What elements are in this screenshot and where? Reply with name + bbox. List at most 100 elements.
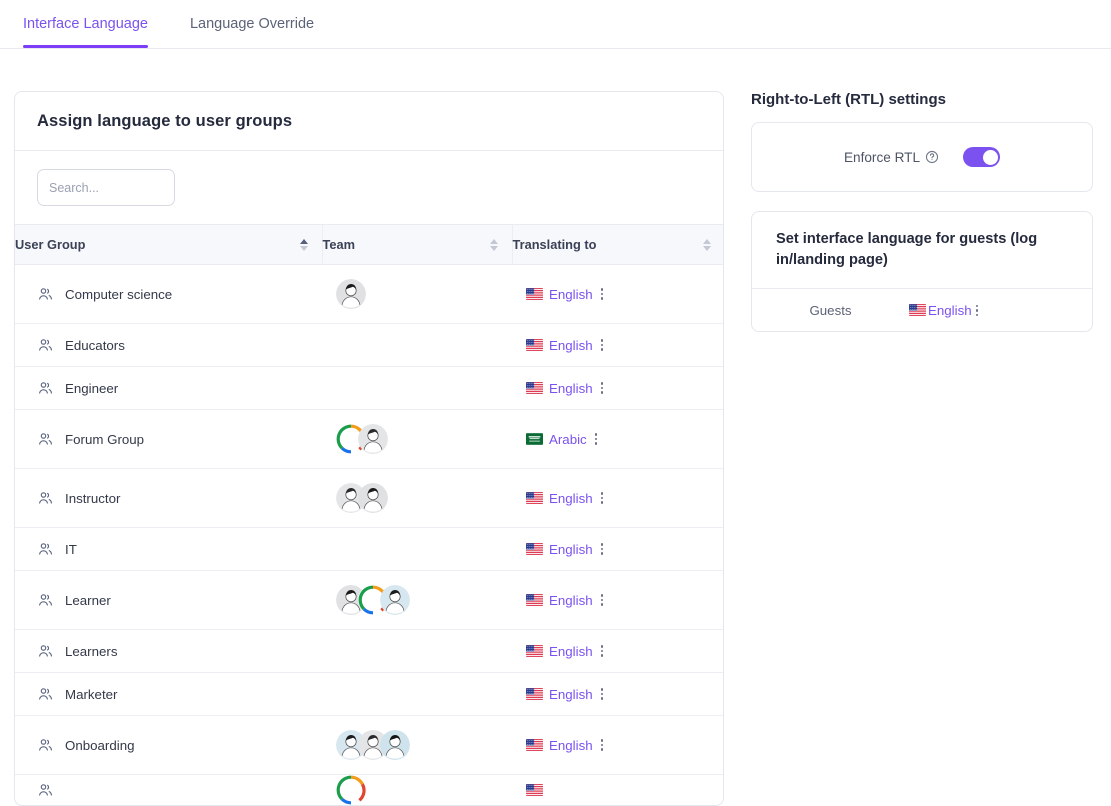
language-selector[interactable]: English (526, 542, 711, 557)
column-header-translating-to[interactable]: Translating to (512, 225, 724, 265)
tab-language-override-label: Language Override (190, 16, 314, 32)
table-row[interactable]: Learner English (15, 571, 724, 630)
column-header-team[interactable]: Team (322, 225, 512, 265)
language-label: English (549, 593, 593, 608)
cell-team (322, 716, 512, 775)
language-selector[interactable]: English (526, 687, 711, 702)
user-group-icon (37, 782, 54, 798)
language-selector[interactable]: English (526, 338, 711, 353)
tab-interface-language-label: Interface Language (23, 16, 148, 32)
table-row[interactable]: MarketerEnglish (15, 673, 724, 716)
team-avatars[interactable] (336, 424, 498, 454)
language-label: English (549, 542, 593, 557)
tab-bar: Interface Language Language Override (0, 0, 1111, 49)
team-avatars[interactable] (336, 585, 498, 615)
toggle-knob (983, 150, 998, 165)
language-label: English (549, 687, 593, 702)
row-menu-icon[interactable] (601, 288, 604, 300)
table-row[interactable]: Learners English (15, 630, 724, 673)
enforce-rtl-row: Enforce RTL (752, 123, 1092, 191)
language-selector[interactable] (526, 784, 711, 796)
language-selector[interactable]: English (526, 381, 711, 396)
user-group-name: Engineer (65, 381, 118, 396)
user-group-icon (37, 541, 54, 557)
row-menu-icon[interactable] (601, 645, 604, 657)
cell-team (322, 630, 512, 673)
guest-row-menu-icon[interactable] (976, 305, 979, 317)
enforce-rtl-label: Enforce RTL (844, 150, 920, 165)
row-menu-icon[interactable] (601, 492, 604, 504)
table-row[interactable]: Educators English (15, 324, 724, 367)
user-group-icon (37, 737, 54, 753)
enforce-rtl-toggle[interactable] (963, 147, 1000, 167)
cell-user-group: Learners (15, 630, 322, 673)
team-avatars[interactable] (336, 483, 498, 513)
row-menu-icon[interactable] (601, 688, 604, 700)
column-header-user-group[interactable]: User Group (15, 225, 322, 265)
cell-translating-to: English (512, 324, 724, 367)
row-menu-icon[interactable] (601, 543, 604, 555)
user-group-icon (37, 286, 54, 302)
flag-us-icon (526, 645, 543, 657)
sort-ascending-icon[interactable] (300, 239, 308, 251)
cell-translating-to: English (512, 571, 724, 630)
flag-us-icon (526, 784, 543, 796)
team-avatars[interactable] (336, 730, 498, 760)
table-row[interactable]: Computer scienceEnglish (15, 265, 724, 324)
row-menu-icon[interactable] (601, 382, 604, 394)
language-label: English (549, 644, 593, 659)
user-groups-table-wrap: User Group Team Transl (15, 224, 723, 805)
cell-user-group: Engineer (15, 367, 322, 410)
language-selector[interactable]: Arabic (526, 432, 711, 447)
user-group-icon (37, 380, 54, 396)
table-row[interactable]: ITEnglish (15, 528, 724, 571)
language-label: Arabic (549, 432, 587, 447)
avatar (380, 585, 410, 615)
sort-icon[interactable] (703, 239, 711, 251)
row-menu-icon[interactable] (601, 339, 604, 351)
row-menu-icon[interactable] (595, 433, 598, 445)
language-selector[interactable]: English (526, 287, 711, 302)
guest-language-selector[interactable]: English (909, 303, 978, 318)
language-label: English (549, 491, 593, 506)
table-row[interactable] (15, 775, 724, 806)
flag-us-icon (526, 543, 543, 555)
row-menu-icon[interactable] (601, 739, 604, 751)
avatar (336, 279, 366, 309)
sort-icon[interactable] (490, 239, 498, 251)
user-group-name: Educators (65, 338, 125, 353)
cell-translating-to: English (512, 265, 724, 324)
flag-us-icon (526, 739, 543, 751)
team-avatars[interactable] (336, 279, 498, 309)
table-header-row: User Group Team Transl (15, 225, 724, 265)
question-circle-icon[interactable] (925, 150, 939, 164)
language-selector[interactable]: English (526, 491, 711, 506)
tab-interface-language[interactable]: Interface Language (23, 0, 148, 48)
user-group-icon (37, 431, 54, 447)
row-menu-icon[interactable] (601, 594, 604, 606)
column-header-user-group-label: User Group (15, 237, 85, 252)
cell-team (322, 265, 512, 324)
page-title: Assign language to user groups (37, 112, 701, 131)
language-selector[interactable]: English (526, 593, 711, 608)
flag-us-icon (526, 492, 543, 504)
cell-translating-to: Arabic (512, 410, 724, 469)
table-row[interactable]: Forum Group Arabic (15, 410, 724, 469)
search-input[interactable] (37, 169, 175, 206)
language-selector[interactable]: English (526, 738, 711, 753)
rtl-settings-heading: Right-to-Left (RTL) settings (751, 91, 1093, 109)
language-selector[interactable]: English (526, 644, 711, 659)
tab-language-override[interactable]: Language Override (190, 0, 314, 48)
table-row[interactable]: Instructor English (15, 469, 724, 528)
avatar (380, 730, 410, 760)
user-group-name: Instructor (65, 491, 120, 506)
user-group-name: Learners (65, 644, 117, 659)
cell-team (322, 673, 512, 716)
cell-user-group: Learner (15, 571, 322, 630)
table-row[interactable]: OnboardingEnglish (15, 716, 724, 775)
avatar (358, 483, 388, 513)
table-row[interactable]: Engineer English (15, 367, 724, 410)
guest-card-header: Set interface language for guests (log i… (752, 212, 1092, 289)
cell-user-group: Forum Group (15, 410, 322, 469)
table-body: Computer scienceEnglishEducatorsEnglishE… (15, 265, 724, 806)
